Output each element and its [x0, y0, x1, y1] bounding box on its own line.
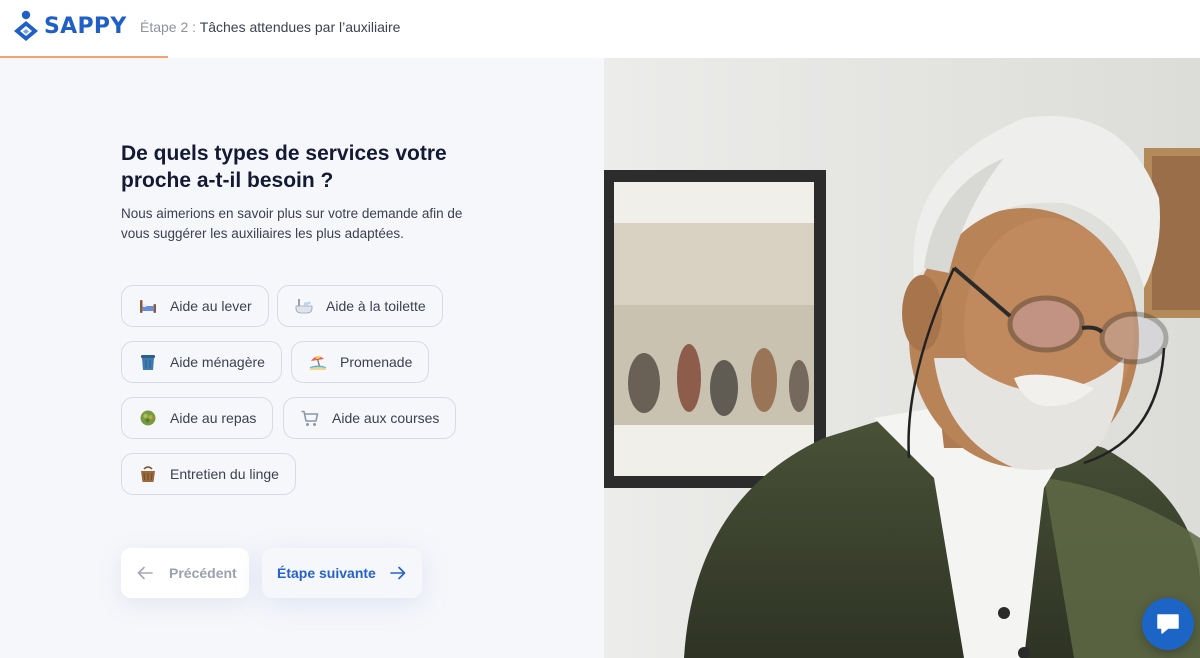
chat-bubble-icon: [1157, 614, 1179, 634]
service-chip-aide-au-repas[interactable]: Aide au repas: [121, 397, 274, 439]
service-chip-label: Aide à la toilette: [326, 298, 426, 314]
laundry-basket-icon: [138, 464, 158, 484]
service-chip-label: Aide au repas: [170, 410, 257, 426]
bathtub-icon: [294, 296, 314, 316]
service-chip-aide-au-lever[interactable]: Aide au lever: [121, 285, 269, 327]
previous-button[interactable]: Précédent: [121, 548, 249, 598]
form-panel: De quels types de services votre proche …: [0, 58, 604, 658]
step-title: Tâches attendues par l’auxiliaire: [199, 19, 401, 35]
beach-umbrella-icon: [308, 352, 328, 372]
service-chip-label: Promenade: [340, 354, 413, 370]
service-chip-aide-aux-courses[interactable]: Aide aux courses: [283, 397, 457, 439]
next-step-button-label: Étape suivante: [277, 565, 376, 581]
chat-button[interactable]: [1142, 598, 1194, 650]
header: SAPPY Étape 2 : Tâches attendues par l’a…: [0, 0, 1200, 58]
step-number: Étape 2 :: [140, 19, 197, 35]
service-chip-label: Aide ménagère: [170, 354, 265, 370]
trash-bin-icon: [138, 352, 158, 372]
service-chip-aide-a-la-toilette[interactable]: Aide à la toilette: [277, 285, 443, 327]
service-chip-aide-menagere[interactable]: Aide ménagère: [121, 341, 282, 383]
hero-photo-elderly-man: [604, 58, 1200, 658]
service-chip-label: Aide aux courses: [332, 410, 440, 426]
service-chip-label: Aide au lever: [170, 298, 252, 314]
salad-bowl-icon: [138, 408, 158, 428]
service-chip-entretien-du-linge[interactable]: Entretien du linge: [121, 453, 296, 495]
arrow-right-icon: [390, 566, 406, 580]
brand-name: SAPPY: [44, 13, 127, 39]
previous-button-label: Précédent: [169, 565, 237, 581]
step-indicator: Étape 2 : Tâches attendues par l’auxilia…: [140, 19, 400, 35]
arrow-left-icon: [137, 566, 153, 580]
page-subtitle: Nous aimerions en savoir plus sur votre …: [121, 206, 463, 241]
sappy-logo-icon: [14, 10, 38, 41]
bed-icon: [138, 296, 158, 316]
service-chip-label: Entretien du linge: [170, 466, 279, 482]
shopping-cart-icon: [300, 408, 320, 428]
sappy-logo[interactable]: SAPPY: [12, 10, 127, 42]
service-chip-promenade[interactable]: Promenade: [291, 341, 430, 383]
next-step-button[interactable]: Étape suivante: [262, 548, 422, 598]
page-title: De quels types de services votre proche …: [121, 142, 447, 192]
